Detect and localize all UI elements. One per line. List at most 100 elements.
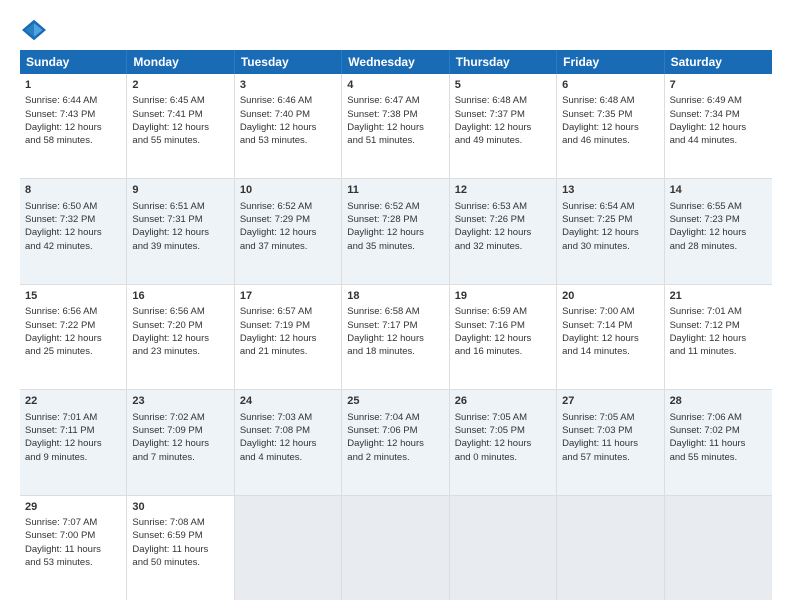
day-number: 29 xyxy=(25,500,121,515)
day-info-line: Daylight: 12 hours xyxy=(455,121,551,134)
day-info-line: Sunset: 7:31 PM xyxy=(132,213,228,226)
day-number: 24 xyxy=(240,394,336,409)
day-number: 17 xyxy=(240,289,336,304)
day-info-line: and 28 minutes. xyxy=(670,240,767,253)
cal-cell-day-15: 15Sunrise: 6:56 AMSunset: 7:22 PMDayligh… xyxy=(20,285,127,389)
day-info-line: Sunrise: 7:01 AM xyxy=(670,305,767,318)
day-info-line: Sunset: 7:41 PM xyxy=(132,108,228,121)
cal-cell-day-2: 2Sunrise: 6:45 AMSunset: 7:41 PMDaylight… xyxy=(127,74,234,178)
calendar-body: 1Sunrise: 6:44 AMSunset: 7:43 PMDaylight… xyxy=(20,74,772,600)
day-number: 22 xyxy=(25,394,121,409)
calendar: SundayMondayTuesdayWednesdayThursdayFrid… xyxy=(20,50,772,600)
day-info-line: and 55 minutes. xyxy=(132,134,228,147)
cal-header-saturday: Saturday xyxy=(665,50,772,74)
cal-cell-empty xyxy=(235,496,342,600)
day-info-line: and 39 minutes. xyxy=(132,240,228,253)
day-info-line: Sunrise: 7:05 AM xyxy=(455,411,551,424)
day-info-line: Sunset: 7:03 PM xyxy=(562,424,658,437)
cal-cell-day-4: 4Sunrise: 6:47 AMSunset: 7:38 PMDaylight… xyxy=(342,74,449,178)
day-info-line: Daylight: 12 hours xyxy=(347,226,443,239)
day-info-line: and 53 minutes. xyxy=(240,134,336,147)
day-info-line: Daylight: 11 hours xyxy=(670,437,767,450)
day-info-line: and 23 minutes. xyxy=(132,345,228,358)
day-info-line: Sunrise: 7:02 AM xyxy=(132,411,228,424)
day-info-line: and 50 minutes. xyxy=(132,556,228,569)
day-info-line: Sunrise: 6:59 AM xyxy=(455,305,551,318)
day-info-line: Sunset: 7:16 PM xyxy=(455,319,551,332)
cal-header-monday: Monday xyxy=(127,50,234,74)
day-info-line: Sunset: 7:08 PM xyxy=(240,424,336,437)
day-info-line: and 30 minutes. xyxy=(562,240,658,253)
day-info-line: Daylight: 12 hours xyxy=(562,332,658,345)
day-number: 9 xyxy=(132,183,228,198)
day-info-line: and 4 minutes. xyxy=(240,451,336,464)
day-info-line: Sunrise: 6:44 AM xyxy=(25,94,121,107)
day-info-line: Sunrise: 7:01 AM xyxy=(25,411,121,424)
day-info-line: Sunrise: 6:52 AM xyxy=(240,200,336,213)
day-info-line: Daylight: 12 hours xyxy=(240,332,336,345)
day-info-line: Daylight: 12 hours xyxy=(670,121,767,134)
cal-cell-day-22: 22Sunrise: 7:01 AMSunset: 7:11 PMDayligh… xyxy=(20,390,127,494)
day-info-line: Sunset: 7:05 PM xyxy=(455,424,551,437)
day-info-line: Daylight: 12 hours xyxy=(670,332,767,345)
day-info-line: Sunset: 7:34 PM xyxy=(670,108,767,121)
cal-cell-day-25: 25Sunrise: 7:04 AMSunset: 7:06 PMDayligh… xyxy=(342,390,449,494)
day-info-line: and 11 minutes. xyxy=(670,345,767,358)
cal-cell-day-3: 3Sunrise: 6:46 AMSunset: 7:40 PMDaylight… xyxy=(235,74,342,178)
day-info-line: and 7 minutes. xyxy=(132,451,228,464)
day-number: 3 xyxy=(240,78,336,93)
day-info-line: Sunset: 7:43 PM xyxy=(25,108,121,121)
day-info-line: and 2 minutes. xyxy=(347,451,443,464)
day-info-line: Sunset: 7:17 PM xyxy=(347,319,443,332)
day-info-line: Sunset: 7:38 PM xyxy=(347,108,443,121)
day-info-line: Sunset: 7:12 PM xyxy=(670,319,767,332)
day-info-line: and 53 minutes. xyxy=(25,556,121,569)
day-info-line: Sunset: 7:37 PM xyxy=(455,108,551,121)
day-info-line: Sunrise: 6:54 AM xyxy=(562,200,658,213)
day-number: 12 xyxy=(455,183,551,198)
day-info-line: Sunrise: 7:05 AM xyxy=(562,411,658,424)
day-info-line: Sunset: 7:19 PM xyxy=(240,319,336,332)
calendar-row-1: 1Sunrise: 6:44 AMSunset: 7:43 PMDaylight… xyxy=(20,74,772,179)
cal-cell-day-20: 20Sunrise: 7:00 AMSunset: 7:14 PMDayligh… xyxy=(557,285,664,389)
cal-cell-day-21: 21Sunrise: 7:01 AMSunset: 7:12 PMDayligh… xyxy=(665,285,772,389)
cal-cell-day-17: 17Sunrise: 6:57 AMSunset: 7:19 PMDayligh… xyxy=(235,285,342,389)
cal-header-wednesday: Wednesday xyxy=(342,50,449,74)
day-number: 4 xyxy=(347,78,443,93)
cal-cell-day-24: 24Sunrise: 7:03 AMSunset: 7:08 PMDayligh… xyxy=(235,390,342,494)
calendar-row-4: 22Sunrise: 7:01 AMSunset: 7:11 PMDayligh… xyxy=(20,390,772,495)
day-number: 15 xyxy=(25,289,121,304)
day-info-line: Sunrise: 6:51 AM xyxy=(132,200,228,213)
cal-cell-day-29: 29Sunrise: 7:07 AMSunset: 7:00 PMDayligh… xyxy=(20,496,127,600)
day-number: 21 xyxy=(670,289,767,304)
cal-cell-empty xyxy=(450,496,557,600)
cal-cell-day-9: 9Sunrise: 6:51 AMSunset: 7:31 PMDaylight… xyxy=(127,179,234,283)
day-info-line: Daylight: 12 hours xyxy=(240,121,336,134)
day-info-line: Sunset: 7:32 PM xyxy=(25,213,121,226)
cal-cell-day-8: 8Sunrise: 6:50 AMSunset: 7:32 PMDaylight… xyxy=(20,179,127,283)
day-info-line: Daylight: 12 hours xyxy=(347,332,443,345)
day-info-line: and 21 minutes. xyxy=(240,345,336,358)
logo xyxy=(20,18,52,42)
day-info-line: Daylight: 12 hours xyxy=(132,437,228,450)
cal-cell-day-13: 13Sunrise: 6:54 AMSunset: 7:25 PMDayligh… xyxy=(557,179,664,283)
day-info-line: and 18 minutes. xyxy=(347,345,443,358)
day-number: 5 xyxy=(455,78,551,93)
cal-cell-day-11: 11Sunrise: 6:52 AMSunset: 7:28 PMDayligh… xyxy=(342,179,449,283)
day-info-line: Sunset: 7:22 PM xyxy=(25,319,121,332)
day-info-line: Sunrise: 6:57 AM xyxy=(240,305,336,318)
calendar-row-2: 8Sunrise: 6:50 AMSunset: 7:32 PMDaylight… xyxy=(20,179,772,284)
day-info-line: Daylight: 12 hours xyxy=(240,226,336,239)
cal-header-tuesday: Tuesday xyxy=(235,50,342,74)
day-info-line: Sunrise: 6:47 AM xyxy=(347,94,443,107)
cal-cell-day-14: 14Sunrise: 6:55 AMSunset: 7:23 PMDayligh… xyxy=(665,179,772,283)
day-info-line: and 32 minutes. xyxy=(455,240,551,253)
day-info-line: Sunrise: 6:56 AM xyxy=(25,305,121,318)
day-info-line: Sunrise: 7:06 AM xyxy=(670,411,767,424)
day-info-line: and 58 minutes. xyxy=(25,134,121,147)
day-info-line: Daylight: 12 hours xyxy=(240,437,336,450)
day-info-line: and 35 minutes. xyxy=(347,240,443,253)
day-info-line: Daylight: 12 hours xyxy=(132,121,228,134)
day-number: 30 xyxy=(132,500,228,515)
day-info-line: and 49 minutes. xyxy=(455,134,551,147)
